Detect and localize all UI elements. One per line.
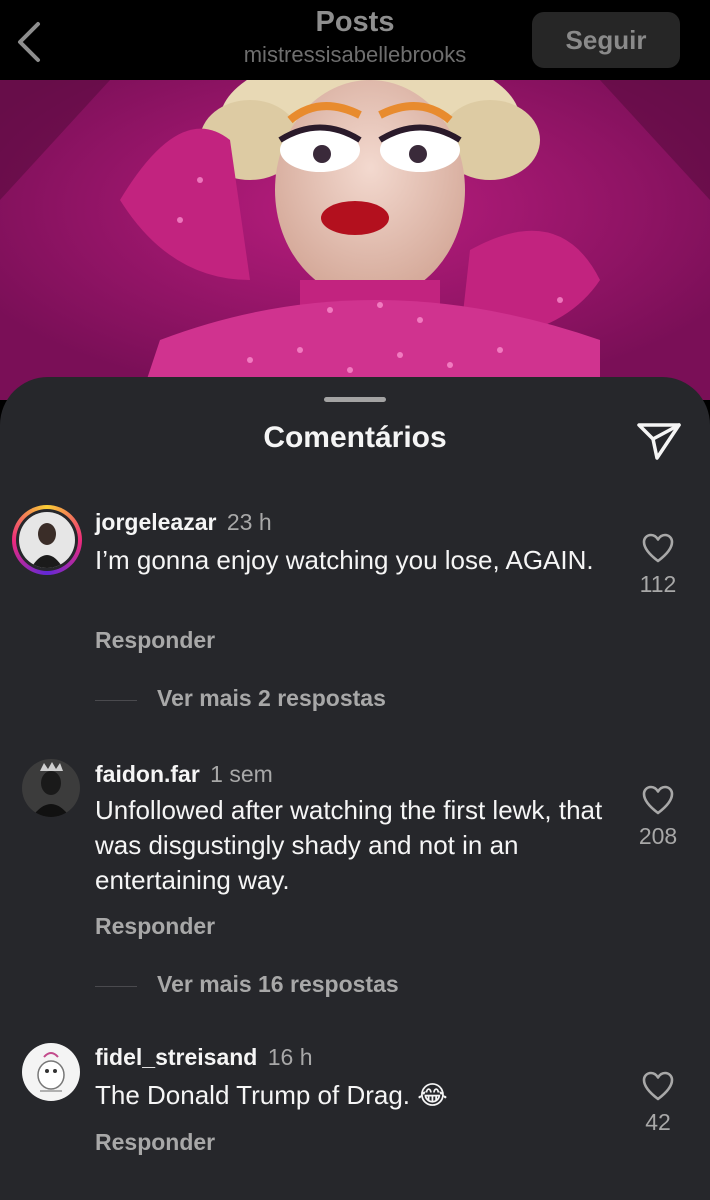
comment-meta: fidel_streisand 16 h [95, 1042, 313, 1072]
replies-divider [95, 986, 137, 987]
like-control: 42 [630, 1071, 686, 1136]
view-more-replies-label[interactable]: Ver mais 16 respostas [157, 971, 399, 998]
avatar [19, 512, 75, 568]
comments-sheet: Comentários jorgeleazar 23 h I’m gonna e… [0, 377, 710, 1200]
replies-divider [95, 700, 137, 701]
sheet-title: Comentários [263, 421, 447, 454]
post-photo-drawing [0, 80, 710, 400]
like-control: 112 [630, 533, 686, 598]
reply-button[interactable]: Responder [95, 913, 215, 940]
comment-username[interactable]: fidel_streisand [95, 1044, 257, 1070]
like-count: 112 [639, 571, 677, 597]
heart-icon[interactable] [642, 1071, 674, 1101]
follow-button[interactable]: Seguir [532, 12, 680, 68]
avatar-story-ring[interactable] [12, 505, 82, 575]
like-count: 42 [645, 1109, 671, 1135]
avatar[interactable] [22, 1043, 80, 1101]
sheet-grabber[interactable] [324, 397, 386, 402]
comment-text: I’m gonna enjoy watching you lose, AGAIN… [95, 545, 594, 575]
avatar[interactable] [22, 759, 80, 817]
comment-text: Unfollowed after watching the first lewk… [95, 795, 603, 895]
comment-time: 16 h [267, 1044, 313, 1070]
comment-meta: jorgeleazar 23 h [95, 507, 272, 537]
comment-meta: faidon.far 1 sem [95, 759, 273, 789]
share-send-icon[interactable] [636, 421, 682, 461]
like-control: 208 [630, 785, 686, 850]
comment-text: The Donald Trump of Drag. 😂 [95, 1080, 448, 1110]
like-count: 208 [638, 823, 678, 849]
comment-username[interactable]: faidon.far [95, 761, 200, 787]
top-bar: Posts mistressisabellebrooks Seguir [0, 0, 710, 80]
comment-username[interactable]: jorgeleazar [95, 509, 216, 535]
post-image [0, 80, 710, 400]
comment-time: 1 sem [210, 761, 273, 787]
heart-icon[interactable] [642, 785, 674, 815]
reply-button[interactable]: Responder [95, 627, 215, 654]
reply-button[interactable]: Responder [95, 1129, 215, 1156]
view-more-replies-label[interactable]: Ver mais 2 respostas [157, 685, 386, 712]
heart-icon[interactable] [642, 533, 674, 563]
comment-time: 23 h [226, 509, 272, 535]
